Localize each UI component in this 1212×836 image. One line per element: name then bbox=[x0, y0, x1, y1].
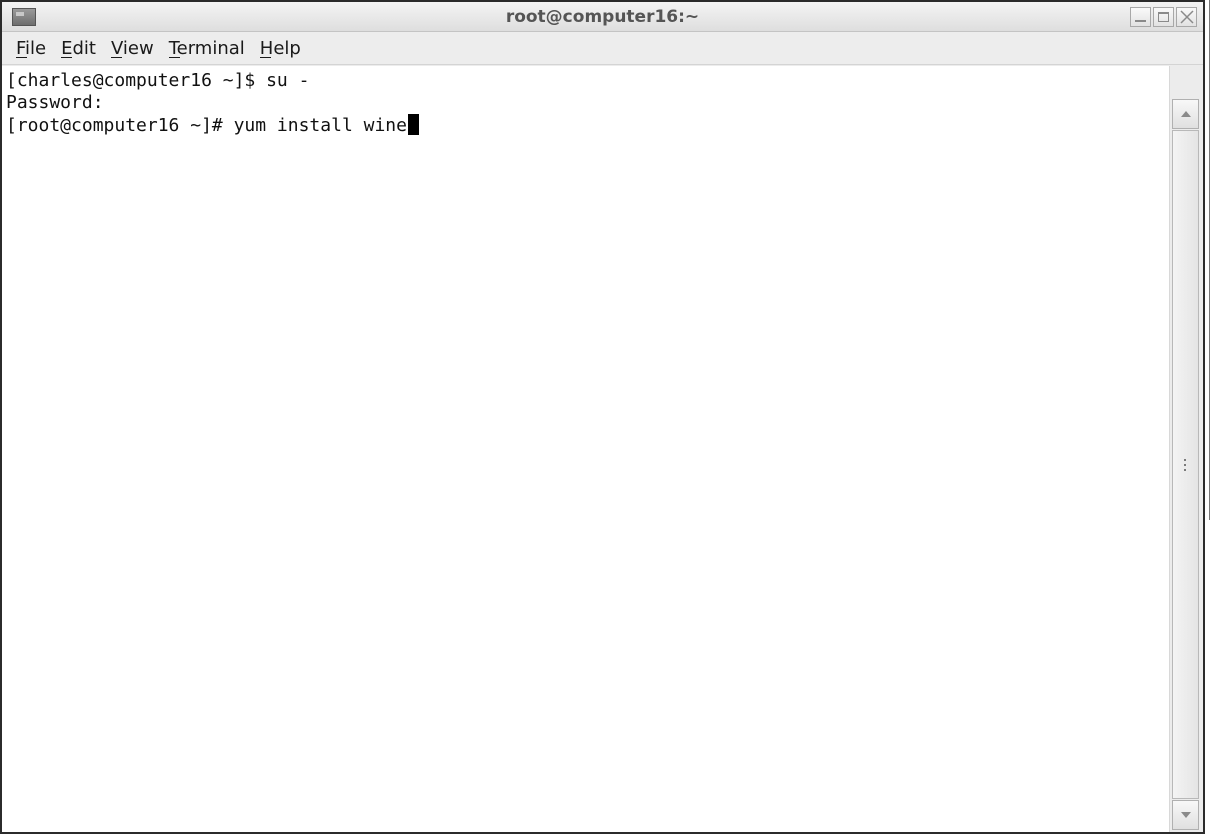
terminal-line-text: [charles@computer16 ~]$ su - bbox=[6, 70, 310, 91]
menu-help[interactable]: Help bbox=[254, 35, 307, 62]
arrow-down-icon[interactable] bbox=[1172, 800, 1199, 830]
terminal-window: root@computer16:~ File Edit View Termina… bbox=[0, 0, 1205, 834]
text-cursor bbox=[407, 114, 419, 135]
arrow-up-icon[interactable] bbox=[1172, 99, 1199, 129]
menu-bar: File Edit View Terminal Help bbox=[2, 32, 1203, 65]
terminal-line: [charles@computer16 ~]$ su - bbox=[6, 70, 1169, 92]
menu-file[interactable]: File bbox=[10, 35, 52, 62]
close-icon[interactable] bbox=[1176, 7, 1197, 27]
terminal-line-text: Password: bbox=[6, 92, 104, 113]
terminal-line: Password: bbox=[6, 92, 1169, 114]
menu-edit[interactable]: Edit bbox=[55, 35, 102, 62]
window-controls bbox=[1130, 7, 1197, 27]
terminal-line-text: [root@computer16 ~]# yum install wine bbox=[6, 115, 407, 136]
terminal-line: [root@computer16 ~]# yum install wine bbox=[6, 114, 1169, 137]
menu-view[interactable]: View bbox=[105, 35, 160, 62]
scroll-thumb[interactable] bbox=[1172, 130, 1199, 799]
minimize-icon[interactable] bbox=[1130, 7, 1151, 27]
window-title: root@computer16:~ bbox=[505, 7, 700, 27]
maximize-icon[interactable] bbox=[1153, 7, 1174, 27]
terminal-output[interactable]: [charles@computer16 ~]$ su - Password: [… bbox=[2, 66, 1169, 832]
menu-terminal[interactable]: Terminal bbox=[163, 35, 251, 62]
title-bar[interactable]: root@computer16:~ bbox=[2, 2, 1203, 32]
desktop-edge bbox=[1205, 0, 1212, 836]
grip-icon bbox=[1184, 458, 1187, 474]
vertical-scrollbar[interactable] bbox=[1169, 66, 1203, 832]
